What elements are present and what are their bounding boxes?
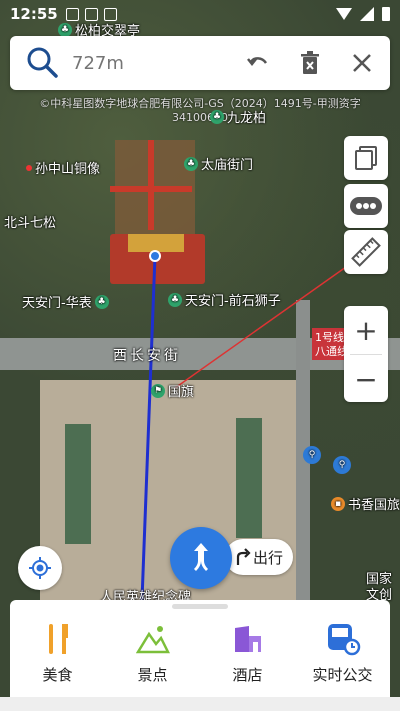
route-icon [194, 543, 208, 571]
category-label: 美食 [42, 666, 73, 684]
category-scenic[interactable]: 景点 [105, 622, 200, 685]
shop-icon: ▪ [331, 496, 345, 511]
layers-button[interactable] [344, 136, 388, 180]
start-point-marker [149, 250, 161, 262]
poi-beidou[interactable]: 北斗七松 [4, 212, 56, 231]
battery-icon [382, 7, 390, 21]
street-label: 西长安街 [113, 345, 181, 365]
status-time: 12:55 [10, 5, 58, 23]
poi-taimiao-gate[interactable]: ♣ 太庙街门 [184, 154, 253, 173]
zoom-out-button[interactable]: − [344, 355, 388, 403]
search-icon[interactable] [24, 44, 62, 82]
measure-line [174, 249, 371, 389]
scenic-icon [135, 626, 170, 654]
poi-label: 北斗七松 [4, 216, 57, 231]
category-label: 酒店 [232, 666, 263, 684]
wifi-icon [336, 8, 352, 20]
travel-button[interactable]: 出行 [225, 539, 293, 575]
poi-lions[interactable]: ♣ 天安门-前石狮子 [168, 290, 281, 309]
status-bar: 12:55 [0, 0, 400, 28]
poi-label: 国旗 [168, 385, 195, 400]
tree-icon: ♣ [210, 109, 224, 124]
poi-restroom[interactable]: ⚲ [303, 446, 321, 464]
zoom-controls: + − [344, 306, 388, 402]
poi-restroom-2[interactable]: ⚲ [333, 456, 351, 474]
poi-bookstore[interactable]: ▪ 书香国旅 [331, 494, 400, 513]
crosshair-icon [29, 557, 51, 579]
signal-icon [360, 7, 374, 21]
poi-label: 天安门-前石狮子 [185, 294, 281, 309]
trash-icon [301, 51, 319, 74]
panel-drag-handle[interactable] [172, 604, 228, 609]
poi-flag[interactable]: ⚑ 国旗 [151, 381, 194, 400]
dots-icon [350, 197, 382, 215]
travel-label: 出行 [252, 548, 283, 567]
tree-icon: ♣ [168, 292, 182, 307]
copyright-line-2: 34100640 [172, 111, 228, 124]
category-label: 景点 [137, 666, 168, 684]
ruler-icon [351, 237, 381, 267]
undo-icon [247, 57, 268, 67]
dot-icon [26, 164, 32, 171]
poi-huabiao[interactable]: 天安门-华表 ♣ [22, 292, 109, 311]
poi-label: 天安门-华表 [22, 296, 92, 311]
poi-label: 孙中山铜像 [35, 162, 101, 177]
clear-button[interactable] [292, 45, 328, 81]
walking-route-line [140, 255, 157, 601]
hotel-icon [234, 626, 261, 652]
category-label: 实时公交 [312, 666, 373, 684]
search-bar [10, 36, 390, 90]
food-icon [48, 624, 68, 654]
ruler-button[interactable] [344, 230, 388, 274]
category-row: 美食 景点 酒店 实时公交 [10, 622, 390, 685]
route-button[interactable] [170, 527, 232, 589]
close-icon [353, 54, 371, 72]
zoom-in-button[interactable]: + [344, 306, 388, 354]
bottom-strip [0, 697, 400, 711]
undo-button[interactable] [240, 45, 276, 81]
category-bus[interactable]: 实时公交 [295, 622, 390, 685]
category-hotel[interactable]: 酒店 [200, 622, 295, 685]
poi-jiulongbai[interactable]: ♣ 九龙柏 [210, 107, 266, 126]
more-options-button[interactable] [344, 184, 388, 228]
restroom-icon: ⚲ [303, 446, 321, 464]
poi-label: 书香国旅 [348, 498, 400, 513]
notification-icon [65, 7, 79, 21]
category-food[interactable]: 美食 [10, 622, 105, 685]
search-input[interactable] [70, 51, 234, 75]
turn-arrow-icon [236, 548, 251, 565]
tree-icon: ♣ [94, 294, 109, 309]
bus-icon [327, 624, 360, 656]
street-name: 西长安街 [113, 348, 181, 364]
flag-icon: ⚑ [151, 383, 165, 398]
layers-icon [355, 146, 377, 170]
poi-label: 九龙柏 [227, 111, 267, 126]
poi-sun-statue[interactable]: 孙中山铜像 [26, 158, 100, 177]
notification-icon-2 [84, 7, 98, 21]
map-copyright: ©中科星图数字地球合肥有限公司-GS（2024）1491号-甲测资字 34100… [0, 97, 400, 125]
copyright-line: ©中科星图数字地球合肥有限公司-GS（2024）1491号-甲测资字 [39, 97, 361, 110]
restroom-icon: ⚲ [333, 456, 351, 474]
tree-icon: ♣ [184, 156, 198, 171]
close-button[interactable] [344, 45, 380, 81]
notification-icon-3 [103, 7, 117, 21]
poi-label: 太庙街门 [201, 158, 254, 173]
locate-button[interactable] [18, 546, 62, 590]
